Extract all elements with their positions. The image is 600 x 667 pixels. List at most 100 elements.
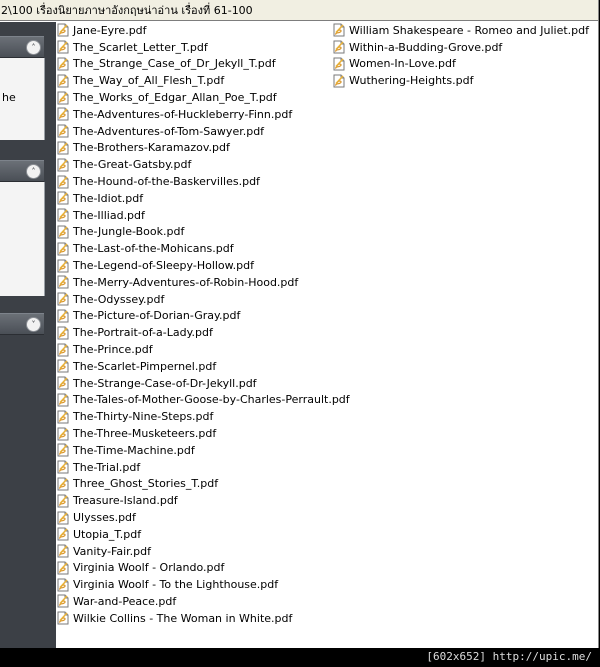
file-name: Wuthering-Heights.pdf [349,74,474,88]
file-item[interactable]: The-Trial.pdf [56,459,350,476]
file-name: The-Time-Machine.pdf [73,443,195,457]
file-name: Virginia Woolf - Orlando.pdf [73,561,225,575]
file-item[interactable]: The-Strange-Case-of-Dr-Jekyll.pdf [56,375,350,392]
file-item[interactable]: Virginia Woolf - To the Lighthouse.pdf [56,576,350,593]
pdf-file-icon [56,544,70,558]
file-name: The_Strange_Case_of_Dr_Jekyll_T.pdf [73,57,276,71]
file-item[interactable]: The-Legend-of-Sleepy-Hollow.pdf [56,257,350,274]
file-item[interactable]: The-Illiad.pdf [56,207,350,224]
file-item[interactable]: Women-In-Love.pdf [332,56,589,73]
pdf-file-icon [56,494,70,508]
chevron-up-icon[interactable]: ˄ [26,40,41,55]
file-item[interactable]: The-Prince.pdf [56,341,350,358]
pdf-file-icon [56,427,70,441]
file-name: The-Tales-of-Mother-Goose-by-Charles-Per… [73,393,350,407]
panel-text-snippet: he [2,91,16,104]
file-item[interactable]: The-Thirty-Nine-Steps.pdf [56,408,350,425]
pdf-file-icon [56,158,70,172]
file-item[interactable]: The-Brothers-Karamazov.pdf [56,140,350,157]
file-item[interactable]: Wuthering-Heights.pdf [332,72,589,89]
file-item[interactable]: The-Picture-of-Dorian-Gray.pdf [56,308,350,325]
status-bar: [602x652] http://upic.me/ [0,648,600,667]
pdf-file-icon [332,57,346,71]
file-item[interactable]: The-Idiot.pdf [56,190,350,207]
file-name: The-Strange-Case-of-Dr-Jekyll.pdf [73,376,257,390]
pdf-file-icon [56,23,70,37]
file-name: Three_Ghost_Stories_T.pdf [73,477,219,491]
file-item[interactable]: Vanity-Fair.pdf [56,543,350,560]
file-name: The-Jungle-Book.pdf [73,225,185,239]
file-item[interactable]: The-Odyssey.pdf [56,291,350,308]
file-name: The_Scarlet_Letter_T.pdf [73,40,208,54]
file-item[interactable]: Within-a-Budding-Grove.pdf [332,39,589,56]
file-item[interactable]: Ulysses.pdf [56,509,350,526]
file-item[interactable]: The_Works_of_Edgar_Allan_Poe_T.pdf [56,89,350,106]
file-item[interactable]: Wilkie Collins - The Woman in White.pdf [56,610,350,627]
file-item[interactable]: Treasure-Island.pdf [56,492,350,509]
task-panel-header-3[interactable]: ˅ [0,313,44,335]
pdf-file-icon [56,443,70,457]
task-panel-header-2[interactable]: ˄ [0,160,44,182]
file-item[interactable]: The-Last-of-the-Mohicans.pdf [56,240,350,257]
pdf-file-icon [56,527,70,541]
address-path: 2\100 เรื่องนิยายภาษาอังกฤษน่าอ่าน เรื่อ… [0,0,598,21]
pdf-file-icon [56,57,70,71]
pdf-file-icon [56,359,70,373]
file-item[interactable]: War-and-Peace.pdf [56,593,350,610]
file-list: Jane-Eyre.pdf The_Scarlet_Letter_T.pdf The… [56,22,598,648]
file-column-1: Jane-Eyre.pdf The_Scarlet_Letter_T.pdf The… [56,22,350,627]
file-column-2: William Shakespeare - Romeo and Juliet.p… [332,22,589,89]
file-name: Jane-Eyre.pdf [73,23,147,37]
file-name: The-Thirty-Nine-Steps.pdf [73,410,214,424]
pdf-file-icon [56,40,70,54]
file-name: The-Great-Gatsby.pdf [73,158,192,172]
file-item[interactable]: The-Three-Musketeers.pdf [56,425,350,442]
file-name: Women-In-Love.pdf [349,57,456,71]
pdf-file-icon [56,578,70,592]
file-item[interactable]: The-Hound-of-the-Baskervilles.pdf [56,173,350,190]
pdf-file-icon [56,511,70,525]
pdf-file-icon [56,343,70,357]
file-item[interactable]: The-Jungle-Book.pdf [56,224,350,241]
file-item[interactable]: Three_Ghost_Stories_T.pdf [56,476,350,493]
chevron-down-icon[interactable]: ˅ [26,317,41,332]
task-panel-header-1[interactable]: ˄ [0,36,44,58]
pdf-file-icon [56,561,70,575]
file-item[interactable]: The-Time-Machine.pdf [56,442,350,459]
file-item[interactable]: The-Adventures-of-Tom-Sawyer.pdf [56,123,350,140]
file-item[interactable]: The_Scarlet_Letter_T.pdf [56,39,350,56]
file-item[interactable]: The-Scarlet-Pimpernel.pdf [56,358,350,375]
file-item[interactable]: The_Way_of_All_Flesh_T.pdf [56,72,350,89]
file-name: Wilkie Collins - The Woman in White.pdf [73,611,293,625]
file-name: Treasure-Island.pdf [73,494,178,508]
pdf-file-icon [56,74,70,88]
file-item[interactable]: The-Merry-Adventures-of-Robin-Hood.pdf [56,274,350,291]
file-item[interactable]: Utopia_T.pdf [56,526,350,543]
pdf-file-icon [56,91,70,105]
pdf-file-icon [56,292,70,306]
pdf-file-icon [56,175,70,189]
file-item[interactable]: The-Great-Gatsby.pdf [56,156,350,173]
pdf-file-icon [56,124,70,138]
pdf-file-icon [332,40,346,54]
pdf-file-icon [56,208,70,222]
file-item[interactable]: Virginia Woolf - Orlando.pdf [56,560,350,577]
pdf-file-icon [56,477,70,491]
pdf-file-icon [56,191,70,205]
pdf-file-icon [56,275,70,289]
file-name: Virginia Woolf - To the Lighthouse.pdf [73,578,279,592]
file-item[interactable]: The_Strange_Case_of_Dr_Jekyll_T.pdf [56,56,350,73]
file-name: William Shakespeare - Romeo and Juliet.p… [349,23,590,37]
pdf-file-icon [56,225,70,239]
task-panel-body-2 [0,182,45,296]
file-item[interactable]: The-Tales-of-Mother-Goose-by-Charles-Per… [56,392,350,409]
chevron-up-icon[interactable]: ˄ [26,164,41,179]
file-name: Within-a-Budding-Grove.pdf [349,40,503,54]
file-name: The-Hound-of-the-Baskervilles.pdf [73,175,260,189]
file-item[interactable]: The-Adventures-of-Huckleberry-Finn.pdf [56,106,350,123]
file-item[interactable]: William Shakespeare - Romeo and Juliet.p… [332,22,589,39]
file-name: The-Illiad.pdf [73,208,145,222]
pdf-file-icon [56,141,70,155]
file-item[interactable]: Jane-Eyre.pdf [56,22,350,39]
file-item[interactable]: The-Portrait-of-a-Lady.pdf [56,324,350,341]
